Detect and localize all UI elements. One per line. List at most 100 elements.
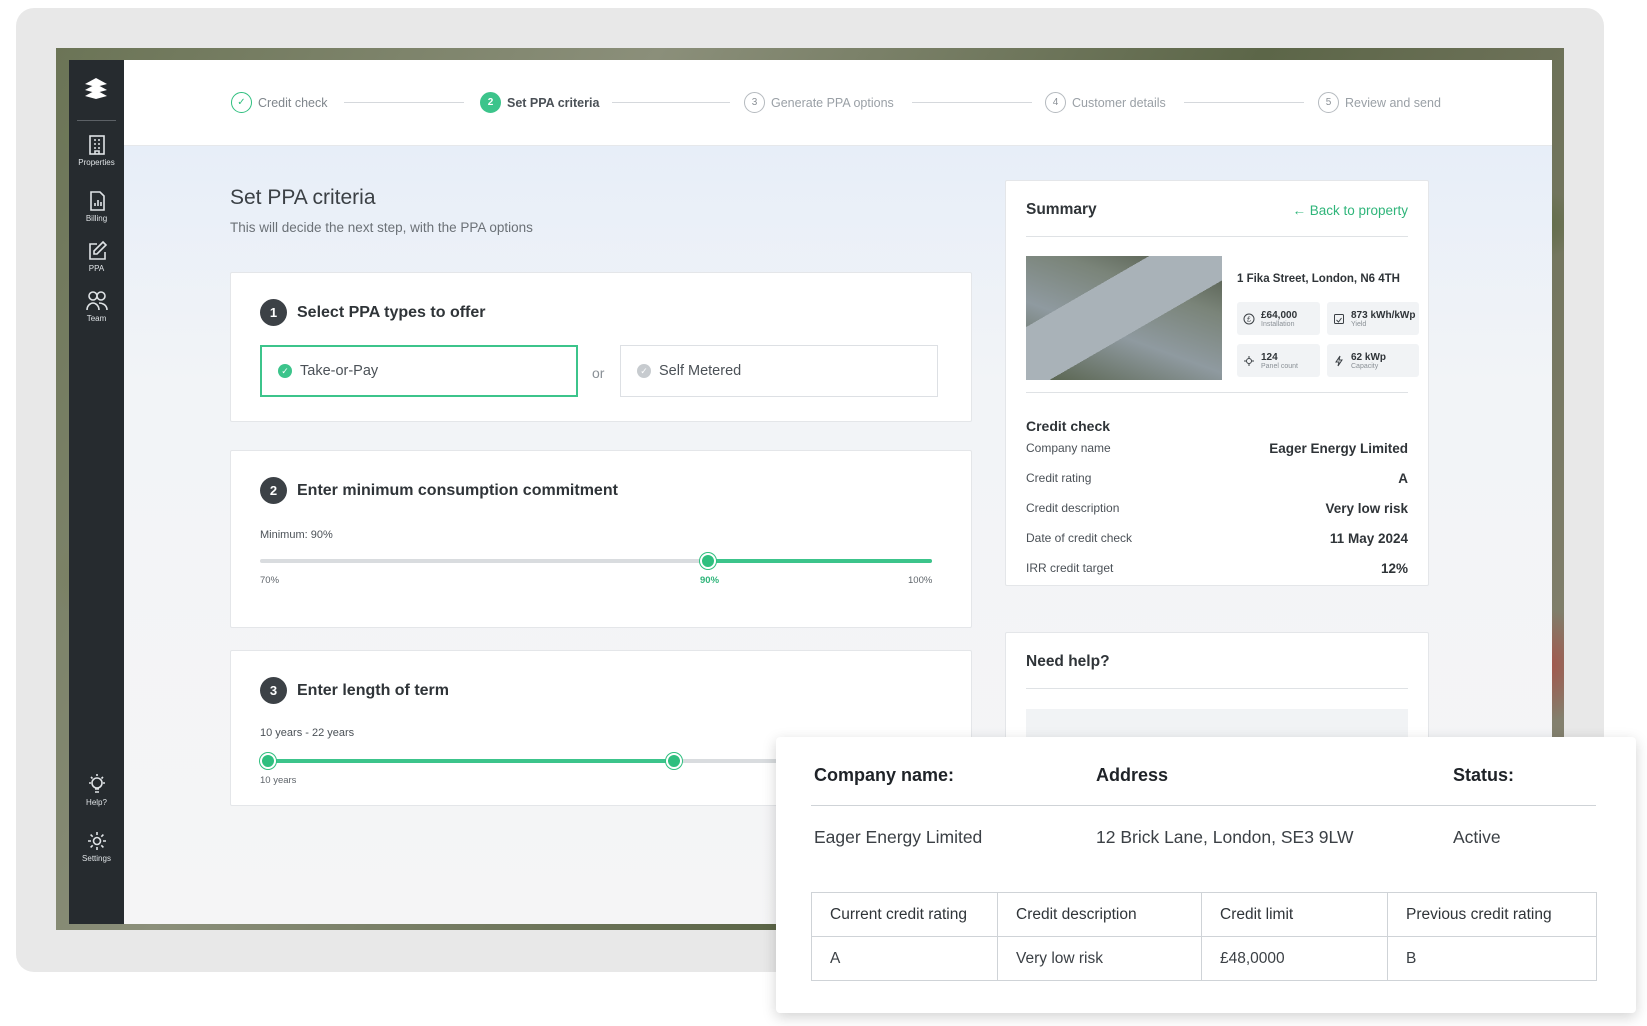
section-heading: 1 Select PPA types to offer (260, 299, 486, 326)
section-title: Enter length of term (297, 681, 450, 699)
credit-value: Eager Energy Limited (1269, 441, 1408, 456)
progress-stepper: ✓ Credit check 2 Set PPA criteria 3 Gene… (124, 60, 1552, 146)
back-to-property-link[interactable]: ← Back to property (1292, 203, 1408, 218)
step-review-and-send[interactable]: 5 Review and send (1318, 92, 1441, 113)
credit-key: Company name (1026, 441, 1111, 455)
sidebar-item-ppa[interactable]: PPA (69, 240, 124, 273)
credit-key: Date of credit check (1026, 531, 1133, 545)
property-address: 1 Fika Street, London, N6 4TH (1237, 273, 1400, 285)
status-value: Active (1453, 827, 1501, 847)
table-cell: Very low risk (997, 936, 1202, 981)
pound-icon: £ (1243, 313, 1255, 324)
sidebar-item-label: Billing (85, 214, 108, 223)
or-label: or (592, 365, 605, 381)
svg-text:£: £ (1247, 316, 1251, 323)
sidebar-item-label: Team (86, 314, 107, 323)
check-icon: ✓ (231, 92, 252, 113)
step-number-badge: 2 (260, 477, 287, 504)
step-number: 3 (744, 92, 765, 113)
table-header-row: Current credit rating Credit description… (811, 892, 1597, 937)
help-title: Need help? (1026, 653, 1110, 670)
stat-capacity: 62 kWp Capacity (1327, 344, 1419, 377)
sidebar-item-label: PPA (88, 264, 105, 273)
slider-low-label: 10 years (260, 775, 297, 786)
sidebar-item-billing[interactable]: Billing (69, 190, 124, 223)
credit-value: A (1398, 471, 1408, 486)
logo-icon[interactable] (81, 74, 111, 104)
step-generate-ppa-options[interactable]: 3 Generate PPA options (744, 92, 894, 113)
slider-handle[interactable] (700, 553, 716, 569)
stat-label: Yield (1351, 320, 1367, 328)
option-self-metered[interactable]: ✓ Self Metered (620, 345, 938, 397)
slider-fill (708, 559, 932, 563)
table-cell: A (811, 936, 998, 981)
edit-icon (88, 240, 107, 260)
stat-value: 873 kWh/kWp (1351, 309, 1416, 321)
divider (1026, 392, 1408, 393)
slider-fill (268, 759, 674, 763)
building-icon (88, 135, 105, 155)
sidebar-item-label: Help? (86, 798, 107, 807)
slider-handle-high[interactable] (666, 753, 682, 769)
address-header: Address (1096, 765, 1169, 785)
credit-key: Credit rating (1026, 471, 1092, 485)
step-customer-details[interactable]: 4 Customer details (1045, 92, 1166, 113)
range-value-label: 10 years - 22 years (260, 727, 355, 739)
arrow-left-icon: ← (1292, 203, 1310, 218)
step-label: Credit check (258, 95, 328, 110)
stat-label: Panel count (1261, 362, 1298, 370)
slider-handle-low[interactable] (260, 753, 276, 769)
step-set-ppa-criteria[interactable]: 2 Set PPA criteria (480, 92, 599, 113)
step-label: Generate PPA options (771, 95, 894, 110)
credit-value: 11 May 2024 (1329, 531, 1408, 546)
page-title: Set PPA criteria (230, 186, 376, 209)
check-circle-icon: ✓ (278, 364, 292, 378)
summary-card: Summary ← Back to property 1 Fika Street… (1005, 180, 1429, 586)
step-number: 2 (480, 92, 501, 113)
summary-title: Summary (1026, 201, 1097, 218)
credit-table: Current credit rating Credit description… (811, 892, 1597, 981)
table-cell: £48,0000 (1201, 936, 1388, 981)
sidebar-item-label: Properties (78, 158, 115, 167)
consumption-card: 2 Enter minimum consumption commitment M… (230, 450, 972, 628)
step-connector (1184, 102, 1304, 103)
stat-value: 124 (1261, 351, 1278, 363)
sidebar-item-properties[interactable]: Properties (69, 134, 124, 167)
credit-row: Date of credit check 11 May 2024 (1026, 531, 1408, 546)
bolt-icon (1335, 355, 1343, 366)
sidebar-item-settings[interactable]: Settings (69, 830, 124, 863)
table-row: A Very low risk £48,0000 B (811, 936, 1597, 981)
gear-icon (87, 832, 106, 850)
step-label: Set PPA criteria (507, 95, 600, 110)
sidebar-item-team[interactable]: Team (69, 290, 124, 323)
option-take-or-pay[interactable]: ✓ Take-or-Pay (260, 345, 578, 397)
table-cell: B (1387, 936, 1597, 981)
stat-value: £64,000 (1261, 309, 1298, 321)
ppa-type-card: 1 Select PPA types to offer ✓ Take-or-Pa… (230, 272, 972, 422)
company-name-header: Company name: (814, 765, 955, 785)
stat-installation: £ £64,000 Installation (1237, 302, 1320, 335)
table-header: Credit limit (1201, 892, 1388, 937)
step-credit-check[interactable]: ✓ Credit check (231, 92, 327, 113)
slider-min-label: 70% (260, 575, 280, 586)
step-number: 4 (1045, 92, 1066, 113)
table-header: Previous credit rating (1387, 892, 1597, 937)
credit-row: Credit description Very low risk (1026, 501, 1408, 516)
section-title: Select PPA types to offer (297, 303, 486, 321)
option-label: Take-or-Pay (300, 363, 379, 379)
sidebar-item-help[interactable]: Help? (69, 772, 124, 807)
credit-value: Very low risk (1325, 501, 1408, 516)
sidebar: Properties Billing PPA Team Help? Settin… (69, 60, 124, 924)
slider-value-label: Minimum: 90% (260, 529, 333, 541)
link-label: Back to property (1309, 203, 1408, 218)
status-header: Status: (1453, 765, 1515, 785)
users-icon (85, 291, 108, 311)
stat-label: Installation (1261, 320, 1295, 328)
step-number: 5 (1318, 92, 1339, 113)
stat-label: Capacity (1351, 362, 1379, 370)
step-label: Customer details (1072, 95, 1166, 110)
divider (1026, 688, 1408, 689)
table-header: Credit description (997, 892, 1202, 937)
divider (811, 805, 1596, 806)
divider (1026, 236, 1408, 237)
